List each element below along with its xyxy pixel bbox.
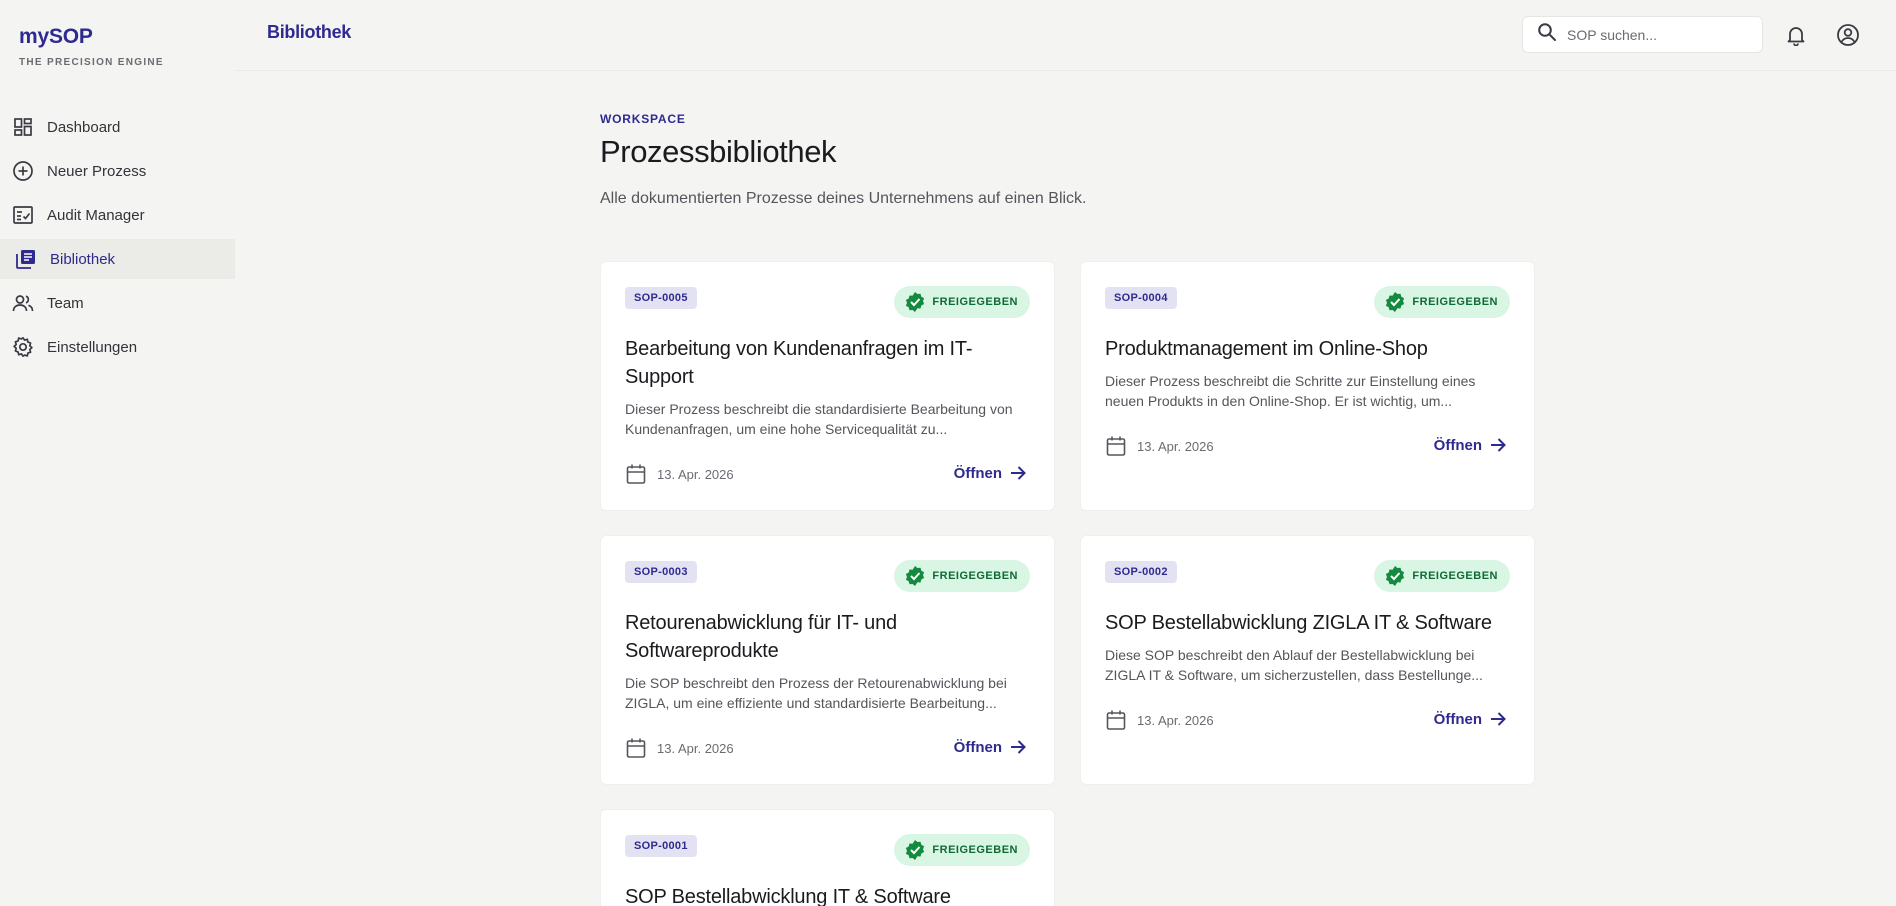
status-badge: FREIGEGEBEN [894,560,1030,592]
status-badge: FREIGEGEBEN [1374,286,1510,318]
sidebar-item-label: Team [47,294,84,312]
date-label: 13. Apr. 2026 [1137,712,1214,728]
open-button[interactable]: Öffnen [1434,709,1508,729]
calendar-icon [1105,709,1127,731]
verified-badge-icon [1384,565,1406,587]
checklist-icon [12,204,34,226]
sop-id-badge: SOP-0003 [625,561,697,583]
sidebar-item-new-process[interactable]: Neuer Prozess [0,151,235,191]
brand[interactable]: mySOP THE PRECISION ENGINE [19,25,164,68]
date-label: 13. Apr. 2026 [657,466,734,482]
card-date: 13. Apr. 2026 [625,737,734,759]
verified-badge-icon [904,291,926,313]
calendar-icon [1105,435,1127,457]
date-label: 13. Apr. 2026 [657,740,734,756]
card-title: Produktmanagement im Online-Shop [1105,338,1428,360]
top-bar: Bibliothek [235,0,1896,71]
sidebar-item-label: Bibliothek [50,250,116,268]
header-title: Bibliothek [267,22,352,42]
card-date: 13. Apr. 2026 [1105,435,1214,457]
card-description: Die SOP beschreibt den Prozess der Retou… [625,675,1007,711]
page-title: Prozessbibliothek [600,134,837,169]
sidebar-nav: Dashboard Neuer Prozess Audit Manager Bi… [0,107,235,371]
team-icon [12,292,34,314]
sidebar-item-label: Neuer Prozess [47,162,147,180]
calendar-icon [625,737,647,759]
sop-card[interactable]: SOP-0005 FREIGEGEBEN Bearbeitung von Kun… [600,261,1055,511]
card-title: SOP Bestellabwicklung ZIGLA IT & Softwar… [1105,612,1492,634]
arrow-right-icon [1488,435,1508,455]
sop-id-badge: SOP-0001 [625,835,697,857]
arrow-right-icon [1008,463,1028,483]
verified-badge-icon [904,565,926,587]
open-button[interactable]: Öffnen [1434,435,1508,455]
search-box[interactable] [1522,16,1763,53]
status-badge: FREIGEGEBEN [1374,560,1510,592]
card-description: Dieser Prozess beschreibt die Schritte z… [1105,373,1476,409]
sidebar-item-library[interactable]: Bibliothek [0,239,235,279]
sidebar-item-label: Einstellungen [47,338,138,356]
sop-id-badge: SOP-0005 [625,287,697,309]
date-label: 13. Apr. 2026 [1137,438,1214,454]
status-badge: FREIGEGEBEN [894,286,1030,318]
search-icon [1537,22,1557,47]
open-label: Öffnen [1433,710,1482,728]
sop-id-badge: SOP-0004 [1105,287,1177,309]
status-label: FREIGEGEBEN [932,296,1018,308]
page-eyebrow: WORKSPACE [600,112,686,126]
card-title: Retourenabwicklung für IT- und Softwarep… [625,612,897,662]
card-date: 13. Apr. 2026 [1105,709,1214,731]
status-label: FREIGEGEBEN [1412,296,1498,308]
card-date: 13. Apr. 2026 [625,463,734,485]
search-input[interactable] [1567,26,1747,43]
verified-badge-icon [904,839,926,861]
dashboard-icon [12,116,34,138]
open-label: Öffnen [953,738,1002,756]
open-button[interactable]: Öffnen [954,737,1028,757]
open-button[interactable]: Öffnen [954,463,1028,483]
sidebar-item-settings[interactable]: Einstellungen [0,327,235,367]
sidebar-item-audit-manager[interactable]: Audit Manager [0,195,235,235]
card-title: SOP Bestellabwicklung IT & Software [625,886,951,906]
library-icon [15,248,37,270]
brand-name: mySOP [19,25,93,48]
card-title: Bearbeitung von Kundenanfragen im IT-Sup… [625,338,973,388]
gear-icon [12,336,34,358]
sop-id-badge: SOP-0002 [1105,561,1177,583]
calendar-icon [625,463,647,485]
sop-card[interactable]: SOP-0004 FREIGEGEBEN Produktmanagement i… [1080,261,1535,511]
sop-card[interactable]: SOP-0003 FREIGEGEBEN Retourenabwicklung … [600,535,1055,785]
sidebar-item-label: Dashboard [47,118,121,136]
plus-circle-icon [12,160,34,182]
sidebar-item-dashboard[interactable]: Dashboard [0,107,235,147]
status-label: FREIGEGEBEN [932,844,1018,856]
sop-card[interactable]: SOP-0001 FREIGEGEBEN SOP Bestellabwicklu… [600,809,1055,906]
status-label: FREIGEGEBEN [1412,570,1498,582]
status-badge: FREIGEGEBEN [894,834,1030,866]
arrow-right-icon [1008,737,1028,757]
sidebar-item-team[interactable]: Team [0,283,235,323]
arrow-right-icon [1488,709,1508,729]
sidebar: mySOP THE PRECISION ENGINE Dashboard Neu… [0,0,235,906]
sop-card[interactable]: SOP-0002 FREIGEGEBEN SOP Bestellabwicklu… [1080,535,1535,785]
account-circle-icon[interactable] [1835,22,1861,48]
page-subtitle: Alle dokumentierten Prozesse deines Unte… [600,190,1087,207]
open-label: Öffnen [1433,436,1482,454]
brand-tagline: THE PRECISION ENGINE [19,57,164,68]
status-label: FREIGEGEBEN [932,570,1018,582]
card-description: Dieser Prozess beschreibt die standardis… [625,401,1013,437]
card-description: Diese SOP beschreibt den Ablauf der Best… [1105,647,1483,683]
verified-badge-icon [1384,291,1406,313]
sidebar-item-label: Audit Manager [47,206,145,224]
notification-bell-icon[interactable] [1783,22,1809,48]
open-label: Öffnen [953,464,1002,482]
